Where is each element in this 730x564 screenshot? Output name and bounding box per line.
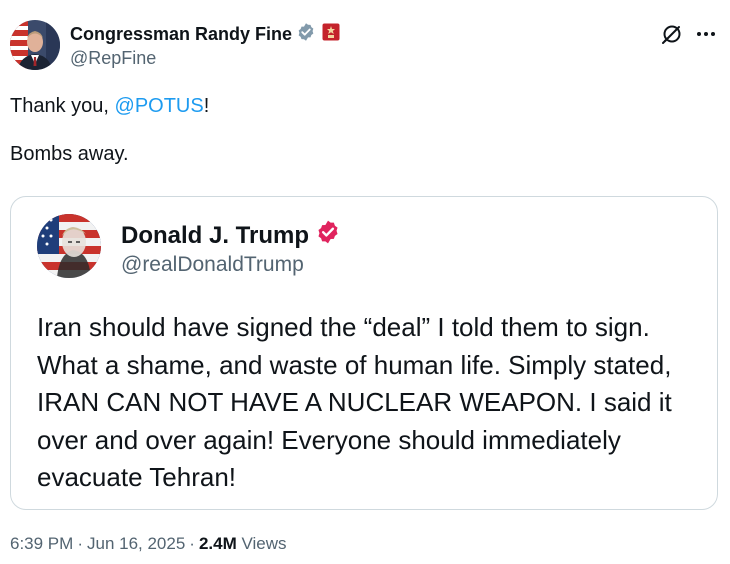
author-name[interactable]: Congressman Randy Fine [70,22,340,47]
post-metadata: 6:39 PM · Jun 16, 2025 · 2.4M Views [10,534,287,554]
quoted-post-text: Iran should have signed the “deal” I tol… [37,312,672,492]
potus-mention-link[interactable]: @POTUS [115,95,204,117]
author-avatar[interactable] [10,20,60,70]
views-count[interactable]: 2.4M [199,534,237,553]
quoted-author-name[interactable]: Donald J. Trump [121,219,341,252]
quoted-author-name-text[interactable]: Donald J. Trump [121,222,309,250]
post-date[interactable]: Jun 16, 2025 [87,534,185,553]
meta-separator: · [189,534,195,553]
meta-separator: · [77,534,83,553]
verified-gray-icon [296,22,316,47]
house-seal-icon[interactable] [322,23,340,46]
post-time[interactable]: 6:39 PM [10,534,73,553]
more-icon[interactable] [694,22,718,46]
tweet-text-prefix: Thank you, [10,95,115,117]
author-name-text[interactable]: Congressman Randy Fine [70,24,292,45]
views-label[interactable]: Views [242,534,287,553]
verified-pink-icon [315,219,341,252]
quoted-author-avatar[interactable] [37,214,101,278]
tweet-text: Thank you, @POTUS! Bombs away. [10,94,209,166]
quoted-author-handle[interactable]: @realDonaldTrump [121,253,304,277]
quoted-post-card[interactable]: Donald J. Trump @realDonaldTrump Iran sh… [10,196,718,510]
grok-icon[interactable] [660,22,684,46]
author-handle[interactable]: @RepFine [70,48,156,69]
